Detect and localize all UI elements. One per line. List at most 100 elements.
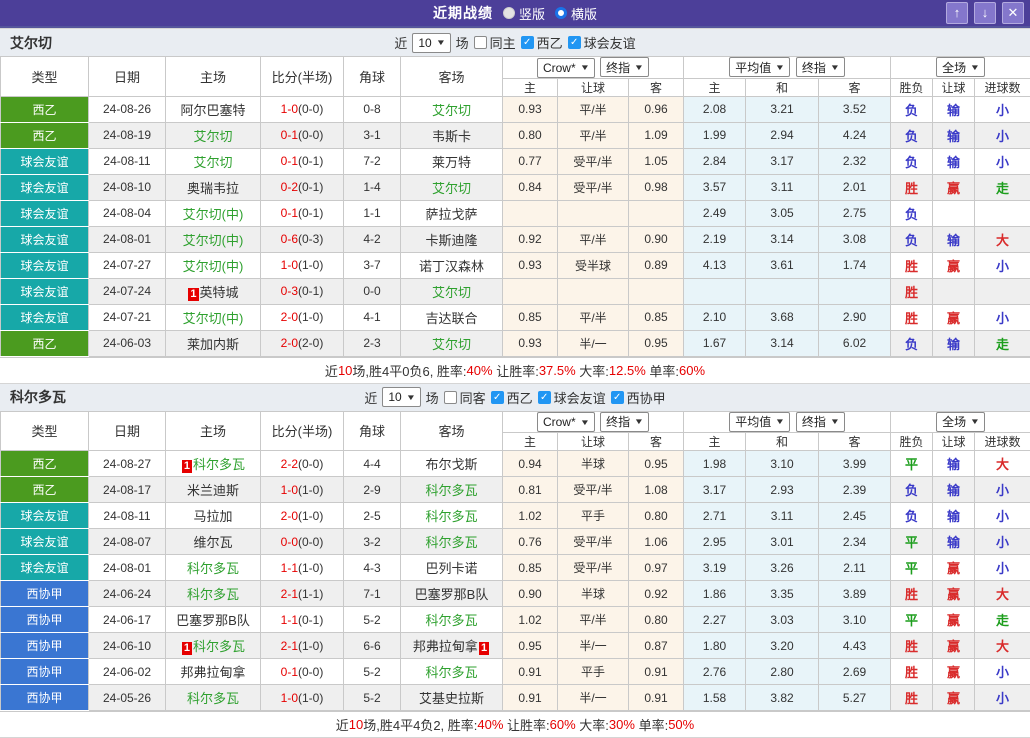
close-button[interactable]: ✕ [1002,2,1024,24]
scope-select[interactable]: 全场▼ [936,412,985,432]
match-score: 1-0(0-0) [261,96,344,122]
home-team-cell: 阿尔巴塞特 [166,96,261,122]
filter-checkbox-球会友谊[interactable]: ✓球会友谊 [568,33,636,52]
team-name: 科尔多瓦 [187,691,239,706]
handicap-outcome: 赢 [933,685,975,711]
avg-source-select[interactable]: 平均值▼ [729,412,790,432]
handicap-outcome [933,200,975,226]
scope-group-header: 全场▼ [891,57,1030,79]
result-outcome: 负 [891,96,933,122]
col-corner: 角球 [344,57,401,97]
corner-score: 0-0 [344,278,401,304]
odds-value: 0.76 [503,529,558,555]
halftime-score: (1-0) [298,639,323,653]
odds-stage-select[interactable]: 终指▼ [600,57,649,77]
goals-outcome: 小 [975,96,1030,122]
goals-outcome: 小 [975,503,1030,529]
radio-unselected-icon [503,7,515,19]
fulltime-score: 0-6 [281,232,298,246]
halftime-score: (0-3) [298,232,323,246]
team-name: 韦斯卡 [432,129,471,144]
col-odds-away: 客 [629,433,684,451]
rank-badge: 1 [479,642,489,655]
odds-value: 0.91 [629,659,684,685]
scope-select[interactable]: 全场▼ [936,57,985,77]
odds-stage-select[interactable]: 终指▼ [600,412,649,432]
avg-stage-select[interactable]: 终指▼ [796,412,845,432]
goals-outcome: 小 [975,685,1030,711]
col-handicap-result: 让球 [933,78,975,96]
odds-value: 受平/半 [558,529,629,555]
scope-group-header: 全场▼ [891,411,1030,433]
result-outcome: 负 [891,330,933,356]
filter-checkbox-西乙[interactable]: ✓西乙 [491,388,533,407]
home-team-summary: 近10场,胜4平0负6, 胜率:40% 让胜率:37.5% 大率:12.5% 单… [0,357,1030,383]
col-odds-home: 主 [503,78,558,96]
layout-radio-horizontal[interactable]: 横版 [555,4,597,23]
layout-radio-vertical[interactable]: 竖版 [503,4,545,23]
match-count-select[interactable]: 10▼ [412,33,450,53]
team-name: 艾基史拉斯 [419,691,484,706]
average-odds-value: 1.80 [684,633,746,659]
odds-value: 受平/半 [558,477,629,503]
corner-score: 5-2 [344,659,401,685]
filter-bar: 近10▼场同主✓西乙✓球会友谊 [0,33,1030,53]
average-odds-value: 3.19 [684,555,746,581]
corner-score: 4-4 [344,451,401,477]
checkbox-label: 西乙 [507,388,533,407]
result-outcome: 平 [891,555,933,581]
match-count-value: 10 [418,36,431,50]
match-date: 24-08-01 [89,226,166,252]
summary-stat-label: 大率: [576,715,609,734]
match-count-select[interactable]: 10▼ [382,387,420,407]
team-name: 邦弗拉甸拿 [413,639,478,654]
team-name: 莱万特 [432,155,471,170]
match-date: 24-08-04 [89,200,166,226]
handicap-outcome: 赢 [933,304,975,330]
handicap-outcome: 赢 [933,555,975,581]
summary-stat-label: 单率: [646,361,679,380]
average-odds-value: 6.02 [819,330,891,356]
fulltime-score: 2-1 [281,587,298,601]
average-odds-value: 2.49 [684,200,746,226]
filter-checkbox-同主[interactable]: 同主 [474,33,516,52]
filter-checkbox-西乙[interactable]: ✓西乙 [521,33,563,52]
match-score: 2-1(1-0) [261,633,344,659]
halftime-score: (1-1) [298,587,323,601]
filter-checkbox-西协甲[interactable]: ✓西协甲 [611,388,666,407]
halftime-score: (1-0) [298,310,323,324]
avg-stage-select[interactable]: 终指▼ [796,57,845,77]
average-odds-value: 5.27 [819,685,891,711]
avg-source-select[interactable]: 平均值▼ [729,57,790,77]
result-outcome: 胜 [891,633,933,659]
team-name: 米兰迪斯 [187,483,239,498]
team-name: 艾尔切 [432,103,471,118]
odds-source-select[interactable]: Crow*▼ [537,58,595,78]
match-score: 2-0(1-0) [261,503,344,529]
odds-value: 平/半 [558,122,629,148]
filter-checkbox-同客[interactable]: 同客 [444,388,486,407]
match-score: 0-6(0-3) [261,226,344,252]
move-up-button[interactable]: ↑ [946,2,968,24]
average-odds-value: 3.52 [819,96,891,122]
team-name: 英特城 [200,285,239,300]
odds-value: 0.89 [629,252,684,278]
odds-stage-value: 终指 [606,59,630,76]
odds-stage-value: 终指 [606,413,630,430]
filter-checkbox-球会友谊[interactable]: ✓球会友谊 [538,388,606,407]
away-team-cell: 科尔多瓦 [401,477,503,503]
move-down-button[interactable]: ↓ [974,2,996,24]
match-date: 24-08-07 [89,529,166,555]
match-row: 西协甲24-06-02邦弗拉甸拿0-1(0-0)5-2科尔多瓦0.91平手0.9… [1,659,1030,685]
average-odds-value: 3.01 [746,529,819,555]
result-outcome: 胜 [891,278,933,304]
home-team-cell: 艾尔切(中) [166,252,261,278]
average-odds-value: 3.35 [746,581,819,607]
odds-source-select[interactable]: Crow*▼ [537,412,595,432]
col-avg-away: 客 [819,433,891,451]
average-odds-value: 4.43 [819,633,891,659]
away-team-cell: 科尔多瓦 [401,503,503,529]
match-row: 球会友谊24-08-01科尔多瓦1-1(1-0)4-3巴列卡诺0.85受平/半0… [1,555,1030,581]
filter-bar: 近10▼场同客✓西乙✓球会友谊✓西协甲 [0,387,1030,407]
halftime-score: (0-1) [298,180,323,194]
